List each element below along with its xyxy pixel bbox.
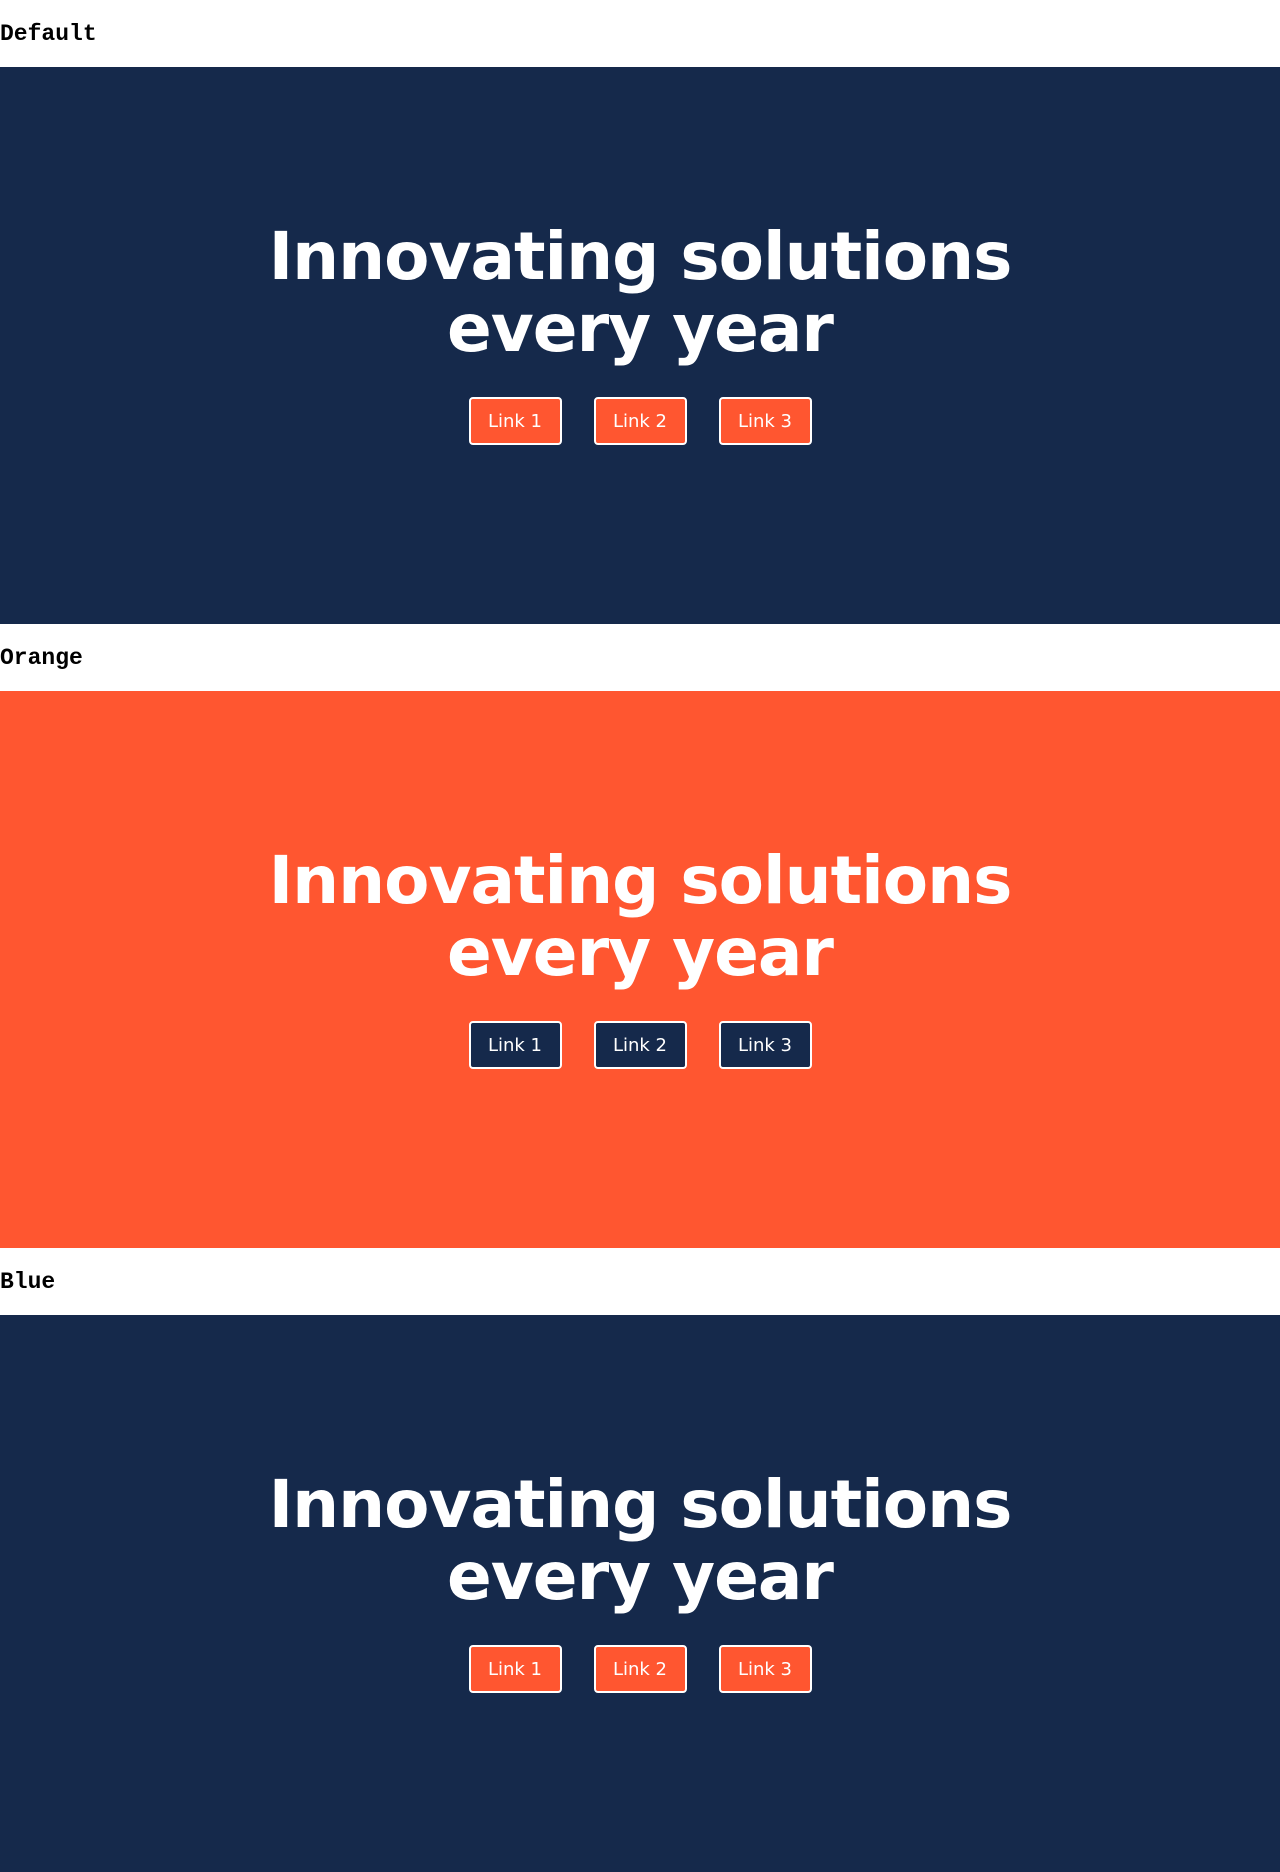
hero-content: Innovating solutions every year Link 1 L…: [0, 221, 1280, 445]
link-2-button[interactable]: Link 2: [593, 1645, 687, 1693]
hero-title-line-2: every year: [447, 914, 834, 991]
hero-title-line-1: Innovating solutions: [268, 842, 1013, 919]
hero-title: Innovating solutions every year: [0, 1469, 1280, 1613]
hero-title-line-2: every year: [447, 1538, 834, 1615]
link-3-button[interactable]: Link 3: [718, 1021, 812, 1069]
hero-title-line-1: Innovating solutions: [268, 1466, 1013, 1543]
hero-content: Innovating solutions every year Link 1 L…: [0, 845, 1280, 1069]
link-row: Link 1 Link 2 Link 3: [0, 1021, 1280, 1069]
link-3-button[interactable]: Link 3: [718, 397, 812, 445]
link-row: Link 1 Link 2 Link 3: [0, 1645, 1280, 1693]
hero-title-line-1: Innovating solutions: [268, 218, 1013, 295]
hero-blue: Innovating solutions every year Link 1 L…: [0, 1315, 1280, 1872]
hero-default: Innovating solutions every year Link 1 L…: [0, 67, 1280, 624]
variant-label-orange: Orange: [0, 644, 83, 671]
link-1-button[interactable]: Link 1: [468, 1021, 562, 1069]
hero-title: Innovating solutions every year: [0, 221, 1280, 365]
hero-title: Innovating solutions every year: [0, 845, 1280, 989]
hero-content: Innovating solutions every year Link 1 L…: [0, 1469, 1280, 1693]
variant-label-blue: Blue: [0, 1268, 56, 1295]
link-2-button[interactable]: Link 2: [593, 397, 687, 445]
link-1-button[interactable]: Link 1: [468, 1645, 562, 1693]
link-row: Link 1 Link 2 Link 3: [0, 397, 1280, 445]
hero-title-line-2: every year: [447, 290, 834, 367]
link-2-button[interactable]: Link 2: [593, 1021, 687, 1069]
variant-label-default: Default: [0, 20, 97, 47]
link-3-button[interactable]: Link 3: [718, 1645, 812, 1693]
link-1-button[interactable]: Link 1: [468, 397, 562, 445]
hero-orange: Innovating solutions every year Link 1 L…: [0, 691, 1280, 1248]
